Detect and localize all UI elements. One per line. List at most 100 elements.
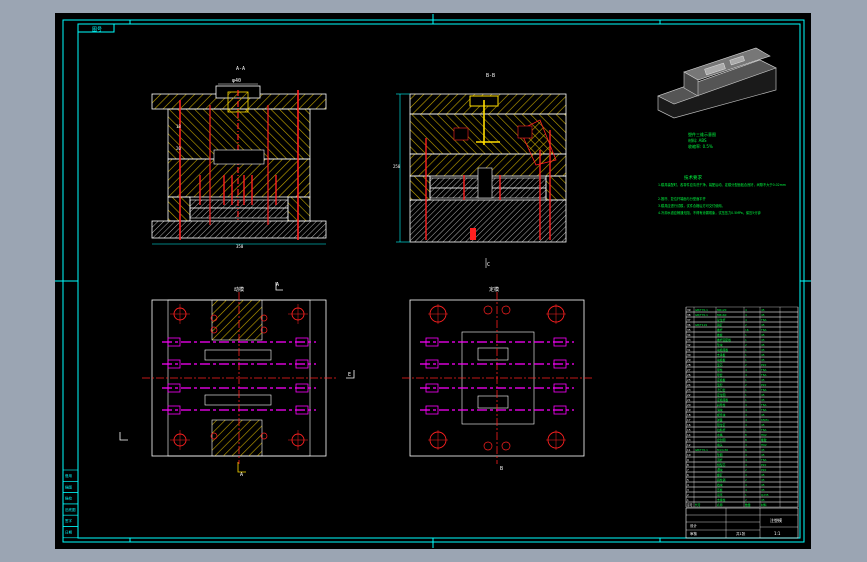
- bom-cell: 45: [761, 448, 765, 452]
- bom-cell: 4: [745, 453, 747, 457]
- bom-cell: P20: [761, 383, 766, 387]
- bom-cell: 4: [745, 463, 747, 467]
- bom-cell: GB/T70.1: [695, 313, 708, 317]
- bom-cell: 45: [761, 498, 765, 502]
- bom-cell: 45: [761, 348, 765, 352]
- bom-cell: 4: [745, 318, 747, 322]
- bom-cell: 1: [745, 388, 747, 392]
- bom-cell: P20: [761, 468, 766, 472]
- bom-cell: 1: [745, 348, 747, 352]
- bom-cell: 28: [687, 363, 691, 367]
- bom-cell: 1: [745, 358, 747, 362]
- bom-cell: 45: [761, 308, 765, 312]
- bom-cell: 堵头: [717, 443, 723, 447]
- bom-cell: M6x20: [717, 308, 727, 312]
- bom-cell: 29: [687, 358, 691, 362]
- bom-cell: 推板: [717, 333, 723, 337]
- left-strip-cell: 签字: [65, 518, 72, 523]
- bom-cell: 4: [745, 418, 747, 422]
- bom-cell: 10: [687, 453, 691, 457]
- right-view-label: 定模: [489, 286, 499, 293]
- bom-table[interactable]: 39 GB/T70.1 M6x20 4 4538 GB/T70.1 M8x60 4 4537 复位…: [685, 306, 799, 508]
- svg-text:350: 350: [236, 244, 244, 249]
- bom-cell: 橡胶: [761, 438, 767, 442]
- bom-cell: 38: [687, 313, 691, 317]
- bom-cell: 支承板: [717, 353, 726, 357]
- bom-cell: 数量: [745, 503, 751, 507]
- bom-cell: 19: [687, 408, 691, 412]
- bom-cell: 4: [745, 488, 747, 492]
- bom-cell: 25: [687, 378, 691, 382]
- bom-cell: T8A: [760, 328, 766, 332]
- left-strip-cell: 旧底图: [65, 507, 76, 512]
- bom-cell: H62: [761, 433, 767, 437]
- bom-cell: 45: [761, 483, 765, 487]
- drawing-scale: 1:1: [774, 531, 781, 536]
- cut-marker-e: E: [348, 372, 351, 378]
- bom-cell: 8: [687, 463, 689, 467]
- frame-tag: 图号: [92, 27, 102, 33]
- bom-cell: 31: [687, 348, 691, 352]
- tech-note-4: 4.冷却水道应畅通无阻，不得有渗漏现象，试压压力0.5MPa，保压5分钟: [658, 210, 761, 215]
- bom-cell: 侧型芯: [717, 463, 726, 467]
- bom-cell: 4: [745, 403, 747, 407]
- bom-cell: 45: [761, 333, 765, 337]
- bom-cell: 滑块: [717, 408, 723, 412]
- bom-cell: 4: [745, 423, 747, 427]
- bom-cell: 拉料杆: [717, 428, 726, 432]
- bom-cell: 挡块: [717, 483, 723, 487]
- bom-cell: T8A: [760, 403, 766, 407]
- bom-cell: 45: [761, 488, 765, 492]
- bom-cell: P20: [761, 463, 766, 467]
- bom-cell: 推杆固定板: [717, 338, 731, 342]
- bom-cell: 8: [745, 438, 747, 442]
- bom-cell: T8A: [760, 408, 766, 412]
- bom-cell: 45: [761, 353, 765, 357]
- svg-text:20: 20: [176, 146, 181, 151]
- bom-cell: 动模座板: [717, 348, 728, 352]
- bom-cell: H62: [761, 443, 767, 447]
- tech-note-3: 3.模具应进行试模，试件合格后方可交付使用。: [658, 203, 725, 208]
- bom-cell: 14: [687, 433, 691, 437]
- svg-text:250: 250: [393, 164, 401, 169]
- bom-cell: 20: [687, 403, 691, 407]
- drawing-sheet: 共1张: [736, 531, 746, 536]
- bom-cell: 45: [761, 393, 765, 397]
- bom-cell: 16: [687, 423, 691, 427]
- section-view-b[interactable]: B-B 250 C: [393, 73, 567, 268]
- cut-marker-a: A: [276, 282, 279, 288]
- bom-cell: 型芯: [717, 363, 723, 367]
- bom-cell: 45: [761, 343, 765, 347]
- bom-cell: T8A: [760, 373, 766, 377]
- bom-cell: 18: [687, 413, 691, 417]
- drawing-title: 注塑模: [770, 517, 782, 523]
- part-caption-2: 材料: ABS: [688, 137, 707, 143]
- bom-cell: 5: [687, 478, 689, 482]
- bom-cell: 45: [761, 473, 765, 477]
- bom-cell: 型腔: [717, 383, 723, 387]
- bom-cell: 推杆: [717, 328, 723, 332]
- bom-cell: 限位钉: [717, 423, 726, 427]
- bom-cell: 45: [761, 453, 765, 457]
- bom-cell: 楔紧块: [717, 413, 726, 417]
- cad-viewport[interactable]: 图号 借用 描图 描校 旧底图 签字 日期 A-A φ40 350 18 20 …: [0, 0, 867, 562]
- bom-cell: 16: [745, 328, 749, 332]
- bom-cell: 45: [761, 313, 765, 317]
- bom-cell: 动模板: [717, 358, 726, 362]
- bom-cell: 镶块: [717, 468, 723, 472]
- bom-cell: 45: [761, 423, 765, 427]
- bom-cell: 45: [761, 358, 765, 362]
- bom-cell: 2: [687, 493, 689, 497]
- bom-cell: 6: [687, 473, 689, 477]
- bom-cell: 45: [761, 323, 765, 327]
- bom-cell: T8A: [760, 318, 766, 322]
- tech-note-1: 1.模具装配时，各零件应清洗干净，装配后动、定模分型面贴合良好，间隙不大于0.0…: [658, 182, 786, 187]
- bom-cell: 4: [687, 483, 689, 487]
- dim-label-top: φ40: [232, 78, 241, 84]
- bom-cell: M8x60: [717, 313, 727, 317]
- bom-cell: 3: [687, 488, 689, 492]
- bom-cell: 2: [745, 498, 747, 502]
- bom-cell: 代号: [695, 503, 701, 507]
- bom-cell: 9: [687, 458, 689, 462]
- bom-cell: GB/T119: [695, 323, 707, 327]
